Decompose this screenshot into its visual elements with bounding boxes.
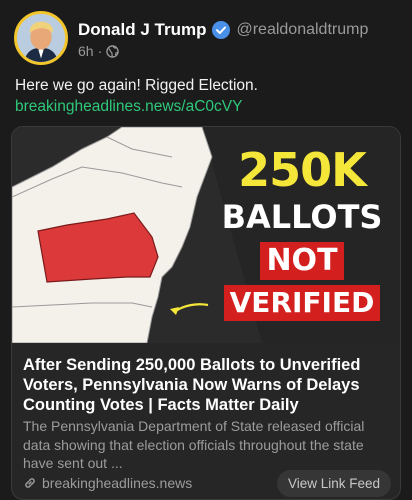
post-text: Here we go again! Rigged Election. [15, 77, 258, 94]
headline-ballots: BALLOTS [221, 198, 383, 236]
author-line: Donald J Trump @realdonaldtrump [78, 20, 368, 40]
card-footer: breakingheadlines.news View Link Feed [23, 469, 391, 497]
link-preview-card[interactable]: 250K BALLOTS NOT VERIFIED After Sending … [11, 126, 401, 500]
post-body: Here we go again! Rigged Election. break… [15, 75, 395, 117]
headline-verified: VERIFIED [223, 285, 381, 321]
link-icon [23, 476, 37, 490]
avatar-image [17, 14, 65, 62]
avatar[interactable] [14, 11, 68, 65]
card-image[interactable]: 250K BALLOTS NOT VERIFIED [12, 127, 400, 343]
post-time: 6h [78, 43, 94, 59]
post-header: Donald J Trump @realdonaldtrump 6h · [14, 11, 402, 65]
post-meta: 6h · [78, 43, 119, 59]
globe-icon [106, 44, 119, 58]
card-domain[interactable]: breakingheadlines.news [42, 475, 192, 491]
card-description: The Pennsylvania Department of State rel… [23, 418, 365, 471]
post-link[interactable]: breakingheadlines.news/aC0cVY [15, 98, 242, 115]
headline-not: NOT [260, 242, 344, 280]
card-title[interactable]: After Sending 250,000 Ballots to Unverif… [23, 355, 393, 415]
meta-separator: · [97, 43, 103, 59]
author-handle[interactable]: @realdonaldtrump [236, 21, 368, 39]
verified-badge-icon [212, 21, 231, 39]
author-name[interactable]: Donald J Trump [78, 20, 206, 40]
image-headline: 250K BALLOTS NOT VERIFIED [216, 143, 388, 321]
headline-number: 250K [238, 143, 367, 197]
view-link-feed-button[interactable]: View Link Feed [276, 470, 391, 497]
